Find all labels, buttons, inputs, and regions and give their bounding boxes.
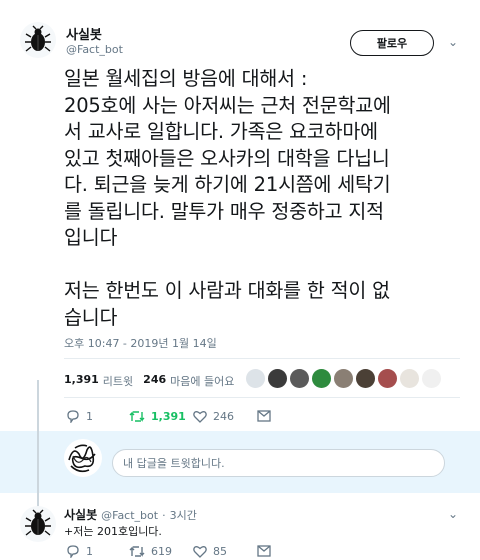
- reply-reply-count: 1: [86, 545, 93, 558]
- retweet-count-label[interactable]: 리트윗: [103, 373, 133, 389]
- reply-input-placeholder: 내 답글을 트윗합니다.: [123, 457, 225, 470]
- reply-message-action[interactable]: [257, 545, 271, 557]
- retweet-action-count: 1,391: [151, 410, 186, 423]
- reply-author-avatar[interactable]: [20, 506, 56, 542]
- author-name[interactable]: 사실봇: [66, 24, 102, 43]
- divider: [64, 358, 460, 359]
- envelope-icon: [257, 545, 271, 557]
- reply-text: +저는 201호입니다.: [64, 525, 162, 538]
- reply-count: 1: [86, 410, 93, 423]
- reply-action[interactable]: 1: [66, 410, 93, 423]
- retweet-icon: [129, 546, 145, 557]
- liker-avatar[interactable]: [312, 369, 331, 388]
- liker-avatar[interactable]: [378, 369, 397, 388]
- liker-avatar[interactable]: [334, 369, 353, 388]
- reply-retweet-count: 619: [151, 545, 172, 558]
- engagement-stats: 1,391 리트윗 246 마음에 들어요: [64, 373, 234, 389]
- divider: [64, 397, 460, 398]
- like-count[interactable]: 246: [143, 373, 166, 389]
- follow-button-label: 팔로우: [376, 37, 408, 50]
- liker-avatar[interactable]: [356, 369, 375, 388]
- reply-retweet-action[interactable]: 619: [129, 545, 172, 558]
- liker-avatar[interactable]: [422, 369, 441, 388]
- reply-icon: [67, 545, 79, 558]
- like-action-count: 246: [213, 410, 234, 423]
- retweet-action[interactable]: 1,391: [129, 410, 186, 423]
- liker-avatar[interactable]: [400, 369, 419, 388]
- beetle-icon: [25, 25, 51, 52]
- reply-like-action[interactable]: 85: [193, 545, 227, 558]
- liker-avatars: [246, 369, 441, 388]
- liker-avatar[interactable]: [290, 369, 309, 388]
- liker-avatar[interactable]: [268, 369, 287, 388]
- retweet-icon: [129, 411, 145, 422]
- liker-avatar[interactable]: [246, 369, 265, 388]
- reply-author-handle[interactable]: @Fact_bot: [101, 509, 158, 522]
- reply-separator: ·: [162, 509, 166, 522]
- message-action[interactable]: [257, 410, 271, 422]
- reply-time[interactable]: 3시간: [170, 507, 197, 523]
- author-handle[interactable]: @Fact_bot: [66, 43, 123, 56]
- heart-icon: [193, 411, 207, 423]
- retweet-count[interactable]: 1,391: [64, 373, 99, 389]
- beetle-icon: [25, 509, 51, 536]
- author-avatar[interactable]: [20, 22, 56, 58]
- follow-button[interactable]: 팔로우: [350, 30, 434, 56]
- reply-input[interactable]: 내 답글을 트윗합니다.: [112, 449, 445, 477]
- reply-chevron-down-icon[interactable]: ⌄: [448, 507, 458, 521]
- reply-like-count: 85: [213, 545, 227, 558]
- tweet-timestamp[interactable]: 오후 10:47 - 2019년 1월 14일: [64, 335, 217, 351]
- thread-line: [37, 380, 39, 508]
- reply-icon: [67, 410, 79, 423]
- reply-author-name[interactable]: 사실봇: [64, 506, 97, 523]
- reply-reply-action[interactable]: 1: [66, 545, 93, 558]
- heart-icon: [193, 546, 207, 558]
- like-count-label[interactable]: 마음에 들어요: [170, 373, 234, 389]
- chevron-down-icon[interactable]: ⌄: [448, 35, 458, 49]
- tweet-text: 일본 월세집의 방음에 대해서 : 205호에 사는 아저씨는 근처 전문학교에…: [64, 67, 391, 329]
- reply-header: 사실봇 @Fact_bot · 3시간: [64, 506, 197, 523]
- scribble-avatar-icon: [68, 444, 96, 473]
- envelope-icon: [257, 410, 271, 422]
- like-action[interactable]: 246: [193, 410, 234, 423]
- my-avatar[interactable]: [64, 439, 102, 477]
